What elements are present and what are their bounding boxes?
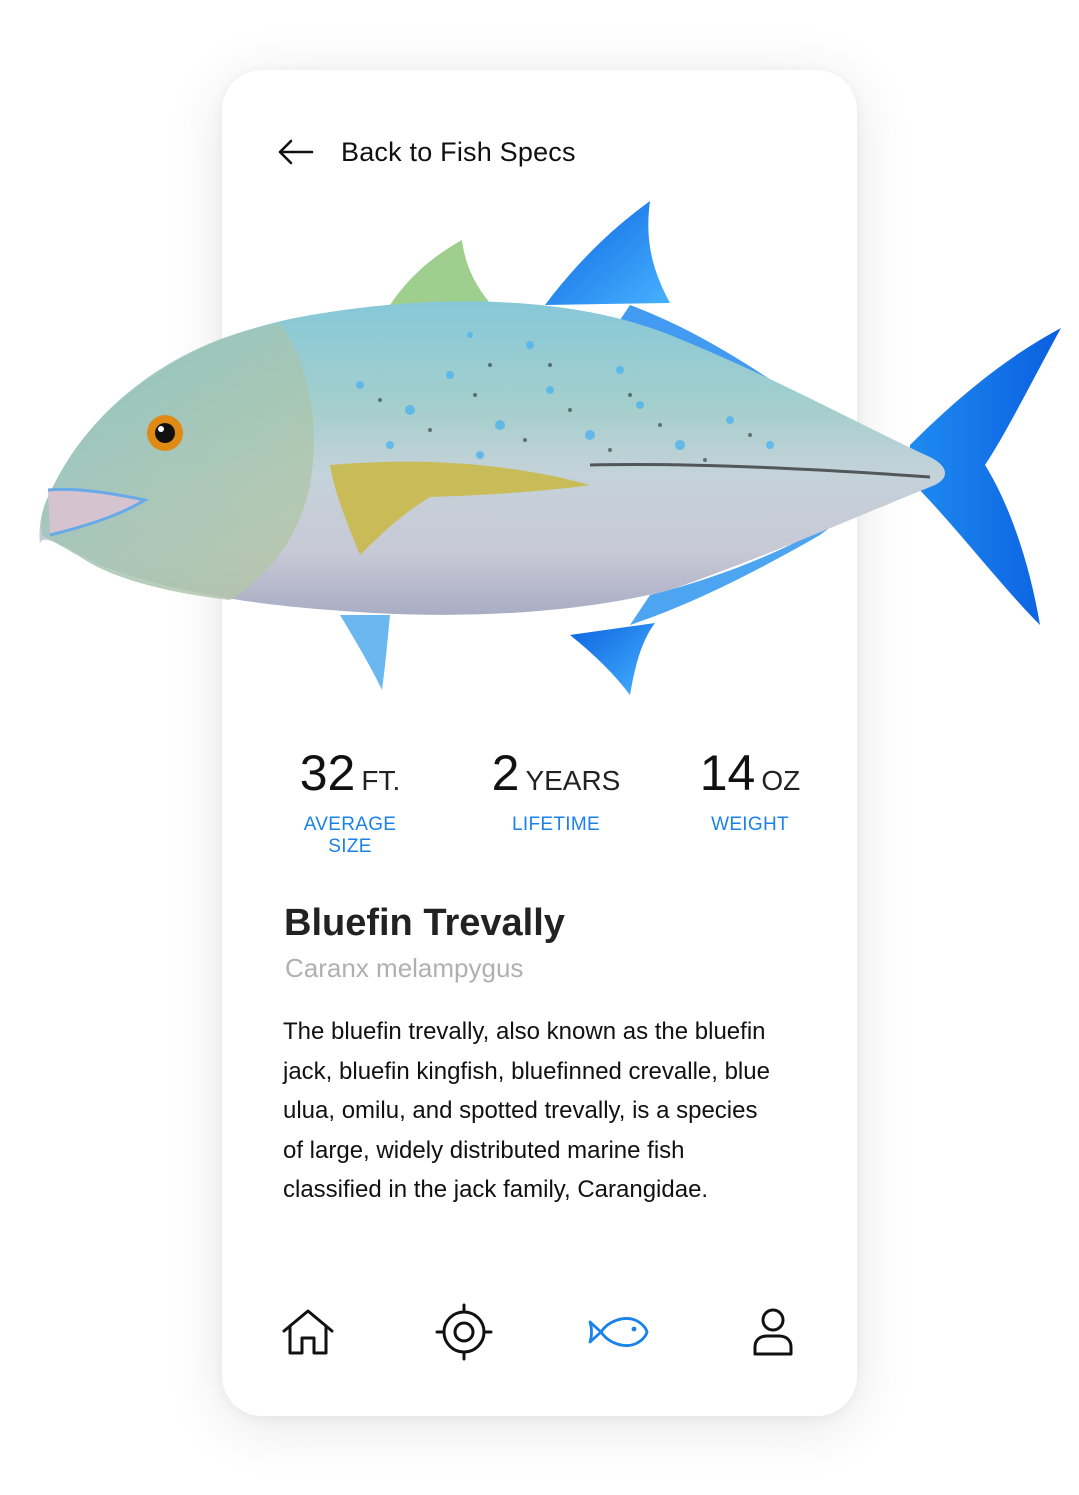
stat-weight: 14 OZ WEIGHT bbox=[690, 748, 810, 836]
stat-value: 14 bbox=[699, 745, 756, 801]
fish-icon bbox=[588, 1317, 649, 1347]
fish-description: The bluefin trevally, also known as the … bbox=[283, 1018, 770, 1203]
stat-unit: YEARS bbox=[525, 765, 621, 796]
scientific-name: Caranx melampygus bbox=[285, 953, 524, 983]
stat-label: LIFETIME bbox=[512, 814, 600, 835]
stat-unit: OZ bbox=[761, 765, 801, 796]
stat-average-size: 32 FT. AVERAGE SIZE bbox=[280, 748, 420, 858]
nav-target[interactable] bbox=[432, 1300, 496, 1364]
target-icon bbox=[435, 1303, 493, 1361]
home-icon bbox=[282, 1309, 334, 1355]
fish-title: Bluefin Trevally bbox=[284, 902, 565, 944]
stat-value: 32 bbox=[299, 745, 356, 801]
nav-profile[interactable] bbox=[745, 1300, 801, 1364]
fish-illustration bbox=[39, 201, 1061, 695]
stat-value: 2 bbox=[491, 745, 520, 801]
back-label: Back to Fish Specs bbox=[341, 136, 576, 167]
stat-unit: FT. bbox=[361, 765, 401, 796]
back-button[interactable]: Back to Fish Specs bbox=[276, 130, 576, 174]
user-icon bbox=[753, 1308, 793, 1356]
stat-label: WEIGHT bbox=[711, 814, 789, 835]
stat-lifetime: 2 YEARS LIFETIME bbox=[478, 748, 634, 836]
nav-fish[interactable] bbox=[585, 1300, 651, 1364]
nav-home[interactable] bbox=[278, 1300, 338, 1364]
stat-label: AVERAGE SIZE bbox=[303, 814, 397, 857]
arrow-left-icon bbox=[278, 139, 314, 165]
